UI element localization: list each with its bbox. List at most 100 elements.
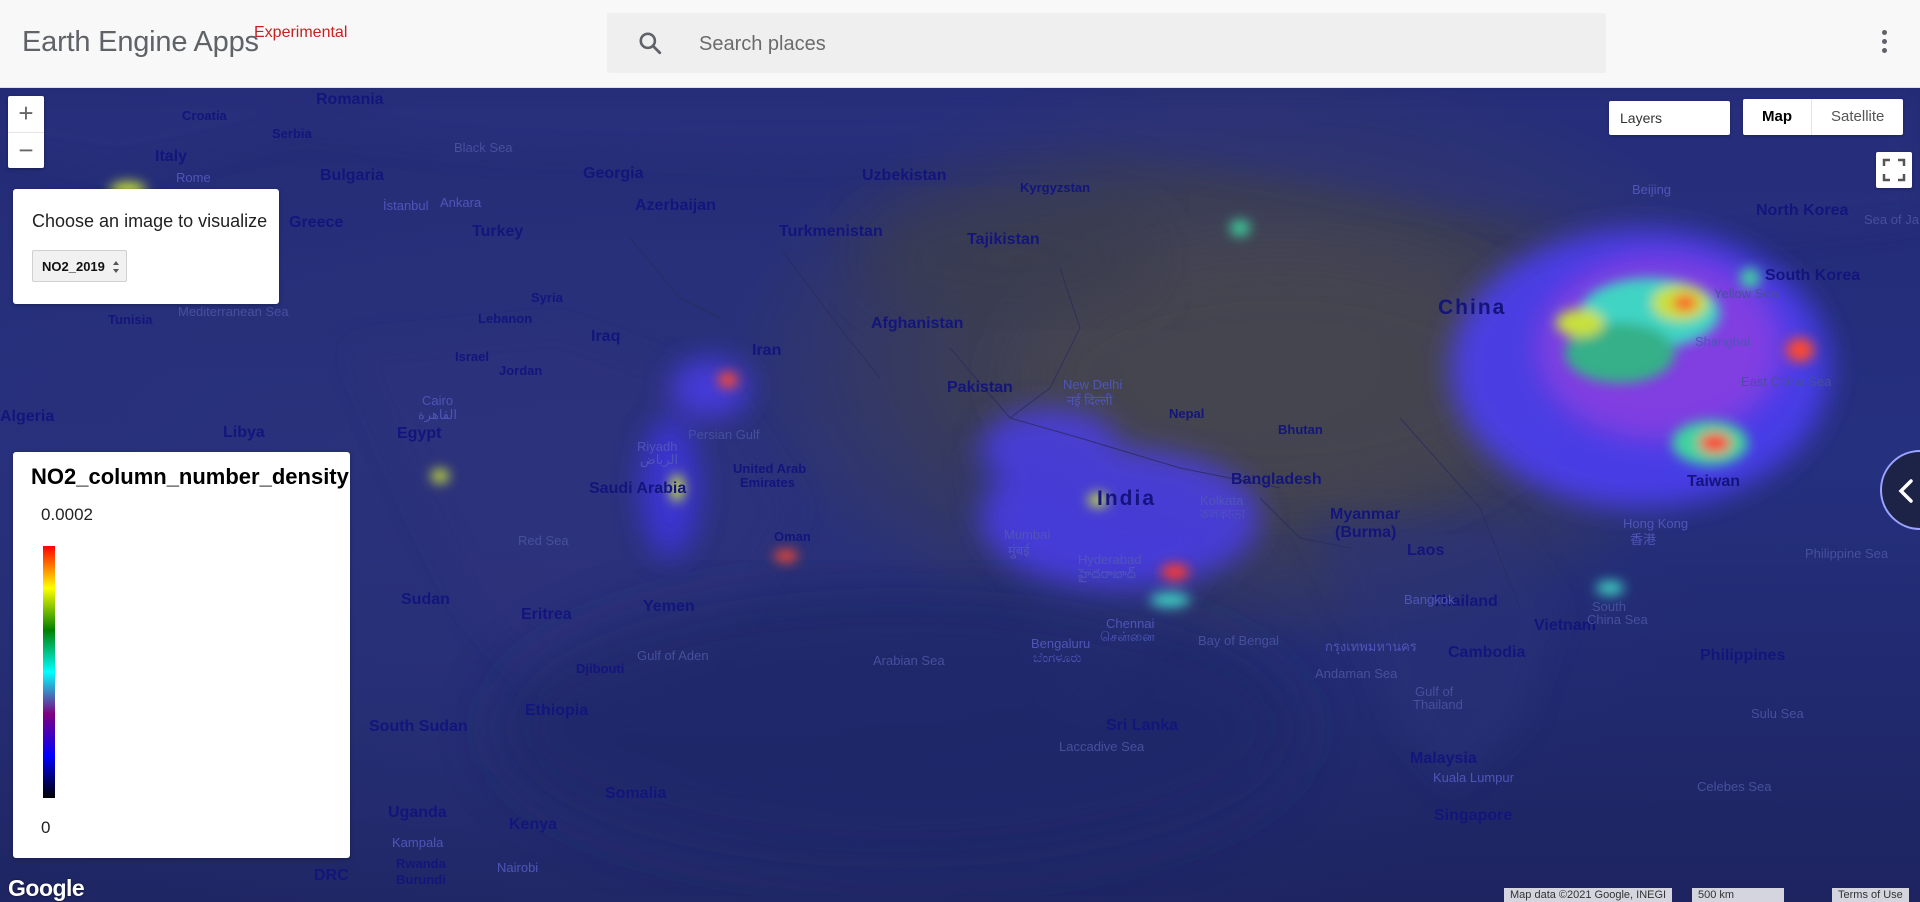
map-label: Djibouti — [576, 661, 625, 676]
map-label: Kenya — [509, 816, 558, 833]
zoom-in-button[interactable]: + — [8, 96, 44, 132]
map-label: Persian Gulf — [688, 427, 760, 442]
map-label: New Delhi — [1063, 377, 1123, 392]
map-label: Uganda — [388, 804, 447, 821]
map-label: Black Sea — [454, 140, 513, 155]
map-data-attribution[interactable]: Map data ©2021 Google, INEGI — [1504, 888, 1673, 902]
legend-panel: NO2_column_number_density 0.0002 0 — [13, 452, 350, 858]
map-label: الرياض — [640, 452, 679, 467]
map-label: Iraq — [591, 328, 621, 345]
map-label: Azerbaijan — [635, 197, 716, 214]
more-options-icon[interactable] — [1872, 30, 1896, 58]
legend-color-ramp — [43, 546, 55, 798]
zoom-out-button[interactable]: − — [8, 132, 44, 169]
search-icon[interactable] — [637, 30, 663, 56]
map-label: Malaysia — [1410, 750, 1477, 767]
scale-bar[interactable]: 500 km — [1692, 888, 1784, 902]
map-label: China Sea — [1587, 612, 1648, 627]
map-label: Thailand — [1413, 697, 1463, 712]
map-label: Sea of Ja — [1864, 212, 1919, 227]
map-label: Saudi Arabia — [589, 480, 687, 497]
map-label: กรุงเทพมหานคร — [1325, 639, 1417, 654]
map-label: Italy — [155, 148, 188, 165]
image-select[interactable]: NO2_2019 — [32, 250, 127, 282]
map-label: Eritrea — [521, 606, 572, 623]
map-label: Turkey — [472, 223, 524, 240]
map-label: Mumbai — [1004, 527, 1051, 542]
map-label: Israel — [455, 349, 489, 364]
scale-bar-label: 500 km — [1698, 889, 1735, 901]
map-label: Tajikistan — [967, 231, 1040, 248]
map-label: Serbia — [272, 126, 312, 141]
map-label: Bangkok — [1404, 592, 1455, 607]
map-label: హైదరాబాద్ — [1078, 566, 1136, 581]
fullscreen-button[interactable] — [1876, 152, 1912, 188]
map-label: Bulgaria — [320, 167, 385, 184]
map-label: Lebanon — [478, 311, 533, 326]
map-label: Sudan — [401, 591, 450, 608]
search-box[interactable] — [607, 13, 1606, 75]
map-label: Somalia — [605, 785, 667, 802]
map-label: Laccadive Sea — [1059, 739, 1145, 754]
map-label: Gulf of Aden — [637, 648, 709, 663]
map-label: Rome — [176, 170, 211, 185]
map-label: Tunisia — [108, 312, 153, 327]
map-label: Sri Lanka — [1106, 717, 1179, 734]
image-select-value: NO2_2019 — [42, 259, 105, 274]
map-label: Taiwan — [1687, 473, 1741, 490]
map-type-map-button[interactable]: Map — [1743, 99, 1812, 135]
map-label: Algeria — [0, 408, 55, 425]
map-label: Myanmar — [1330, 506, 1401, 523]
app-title: Earth Engine Apps — [22, 26, 259, 58]
legend-title: NO2_column_number_density — [31, 464, 349, 489]
map-label: Bangladesh — [1231, 471, 1322, 488]
map-label: Rwanda — [396, 856, 446, 871]
map-label: Ankara — [440, 195, 482, 210]
map-label: Libya — [223, 424, 265, 441]
map-label: Bengaluru — [1031, 636, 1091, 651]
map-label: Cambodia — [1448, 644, 1526, 661]
map-label: Burundi — [396, 872, 446, 887]
map-type-satellite-button[interactable]: Satellite — [1812, 99, 1903, 135]
map-type-control: Map Satellite — [1743, 99, 1904, 135]
map-label: Syria — [531, 290, 563, 305]
map-label: Yellow Sea — [1714, 286, 1778, 301]
legend-min-value: 0 — [41, 818, 51, 837]
map-label: Beijing — [1632, 182, 1672, 197]
image-chooser-panel: Choose an image to visualize NO2_2019 — [13, 189, 279, 304]
map-label: मुंबई — [1008, 543, 1030, 558]
map-label: Red Sea — [518, 533, 569, 548]
zoom-control: + − — [8, 96, 44, 168]
select-arrows-icon — [113, 261, 119, 273]
map-label: Nairobi — [497, 860, 539, 875]
map-label: North Korea — [1756, 202, 1849, 219]
map-label: Cairo — [422, 393, 454, 408]
map-label: Georgia — [583, 165, 644, 182]
map-label: Arabian Sea — [873, 653, 945, 668]
map-label: কলকাতা — [1200, 507, 1246, 522]
search-places-input[interactable] — [697, 13, 1581, 75]
map-label: Pakistan — [947, 379, 1013, 396]
fullscreen-icon — [1882, 158, 1906, 182]
layers-button[interactable]: Layers — [1609, 101, 1730, 135]
legend-max-value: 0.0002 — [41, 505, 93, 524]
map-label: Croatia — [182, 108, 227, 123]
map-label: Emirates — [740, 475, 795, 490]
map-label: Celebes Sea — [1697, 779, 1772, 794]
map-label: Bay of Bengal — [1198, 633, 1279, 648]
map-label: Singapore — [1434, 807, 1513, 824]
map-label: India — [1097, 487, 1157, 510]
map-label: China — [1438, 296, 1507, 319]
map-label: Sulu Sea — [1751, 706, 1804, 721]
map-label: Turkmenistan — [779, 223, 883, 240]
map-label: Afghanistan — [871, 315, 964, 332]
map-label: Hyderabad — [1078, 552, 1142, 567]
app-header: Earth Engine Apps Experimental — [0, 0, 1920, 88]
map-label: القاهرة — [418, 407, 457, 422]
map-label: Uzbekistan — [862, 167, 947, 184]
map-label: Mediterranean Sea — [178, 304, 289, 319]
map-label: Andaman Sea — [1315, 666, 1398, 681]
terms-of-use-link[interactable]: Terms of Use — [1832, 888, 1909, 902]
experimental-badge: Experimental — [254, 24, 348, 41]
map-label: Romania — [316, 91, 384, 108]
